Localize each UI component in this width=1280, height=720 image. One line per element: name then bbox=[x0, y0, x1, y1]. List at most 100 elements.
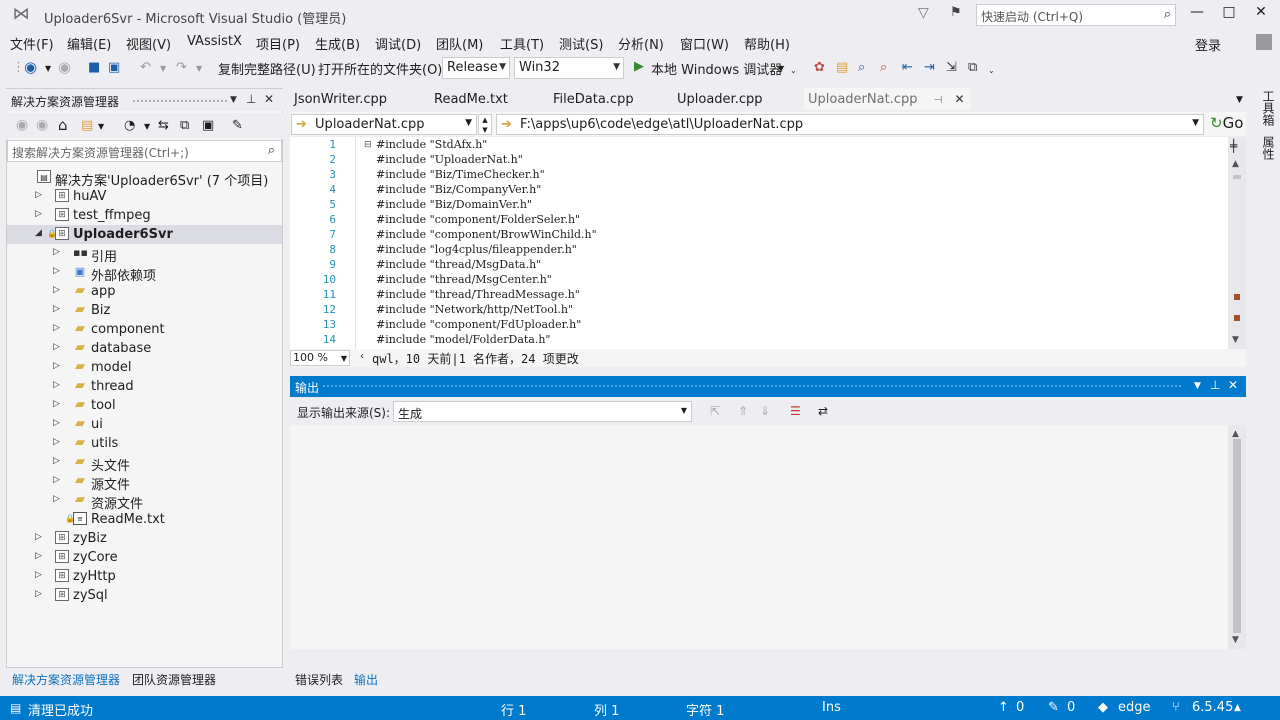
menu-tools[interactable]: 工具(T) bbox=[500, 34, 544, 53]
code-line[interactable]: #include "component/FdUploader.h" bbox=[376, 318, 581, 331]
tree-expand-icon[interactable]: ▷ bbox=[53, 456, 60, 466]
maximize-button[interactable]: □ bbox=[1216, 4, 1242, 24]
tree-item[interactable]: ▷ ▰ utils bbox=[7, 434, 282, 453]
menu-project[interactable]: 项目(P) bbox=[256, 34, 300, 53]
code-line[interactable]: #include "UploaderNat.h" bbox=[376, 153, 523, 166]
pending-dropdown-icon[interactable]: ▼ bbox=[144, 122, 150, 131]
menu-team[interactable]: 团队(M) bbox=[436, 34, 483, 53]
tree-expand-icon[interactable]: ▷ bbox=[53, 323, 60, 333]
unpushed-count[interactable]: 0 bbox=[1016, 700, 1024, 715]
switch-views-icon[interactable]: ▤ bbox=[81, 118, 93, 133]
tree-item[interactable]: ▷ ▰ model bbox=[7, 358, 282, 377]
tab-solution-explorer[interactable]: 解决方案资源管理器 bbox=[12, 671, 120, 688]
editor-vertical-scrollbar[interactable]: ╪ ▲ ▼ bbox=[1228, 137, 1246, 349]
tab-uploadernat[interactable]: UploaderNat.cpp ⊣ ✕ bbox=[804, 88, 971, 110]
filter-icon[interactable]: ▽ bbox=[918, 6, 929, 20]
vassist-forward-icon[interactable]: ⇥ bbox=[924, 60, 935, 75]
vassist-find-references-icon[interactable]: ⌕ bbox=[880, 60, 887, 75]
tree-expand-icon[interactable]: ▷ bbox=[53, 418, 60, 428]
close-panel-icon[interactable]: ✕ bbox=[1228, 378, 1238, 392]
search-icon[interactable]: ⌕ bbox=[268, 143, 275, 158]
toolbar-overflow-icon[interactable]: ⌄ bbox=[790, 66, 797, 75]
menu-help[interactable]: 帮助(H) bbox=[744, 34, 790, 53]
tab-filedata[interactable]: FileData.cpp bbox=[553, 92, 634, 107]
tree-item[interactable]: ▷ ▰ 源文件 bbox=[7, 472, 282, 493]
branch-menu-icon[interactable]: ▲ bbox=[1234, 703, 1241, 713]
tree-expand-icon[interactable]: ▷ bbox=[53, 247, 60, 257]
vassist-find-icon[interactable]: ⌕ bbox=[858, 60, 865, 75]
redo-icon[interactable]: ↷ bbox=[176, 60, 187, 75]
tree-item[interactable]: ▷ ▰ component bbox=[7, 320, 282, 339]
panel-grip[interactable] bbox=[322, 384, 1182, 388]
pencil-icon[interactable]: ✎ bbox=[1048, 700, 1059, 715]
previous-message-icon[interactable]: ⇑ bbox=[738, 404, 748, 418]
code-editor[interactable]: 1 2 3 4 5 6 7 8 9 10 11 12 13 14 ⊟ #include "StdAfx.h… bbox=[290, 137, 1246, 349]
scroll-thumb[interactable] bbox=[1233, 175, 1241, 179]
quick-launch-input[interactable]: 快速启动 (Ctrl+Q) ⌕ bbox=[976, 4, 1176, 26]
code-line[interactable]: #include "component/FolderSeler.h" bbox=[376, 213, 580, 226]
solution-platform-select[interactable]: Win32 ▼ bbox=[514, 57, 624, 79]
code-line[interactable]: #include "Biz/DomainVer.h" bbox=[376, 198, 532, 211]
code-line[interactable]: #include "model/FolderData.h" bbox=[376, 333, 551, 346]
menu-test[interactable]: 测试(S) bbox=[559, 34, 603, 53]
tab-readme[interactable]: ReadMe.txt bbox=[434, 92, 508, 107]
tree-item[interactable]: ▷ ⊞ zyCore bbox=[7, 548, 282, 567]
forward-icon[interactable]: ◉ bbox=[36, 117, 48, 133]
navigate-forward-icon[interactable]: ◉ bbox=[58, 58, 71, 76]
vassist-back-icon[interactable]: ⇤ bbox=[902, 60, 913, 75]
home-icon[interactable]: ⌂ bbox=[58, 116, 68, 134]
clear-all-icon[interactable]: ☰ bbox=[790, 404, 801, 418]
tree-item[interactable]: ▷ ▰ 头文件 bbox=[7, 453, 282, 474]
find-message-icon[interactable]: ⇱ bbox=[710, 404, 720, 418]
menu-debug[interactable]: 调试(D) bbox=[375, 34, 421, 53]
output-text-area[interactable]: ▲ ▼ bbox=[290, 425, 1246, 649]
repository-icon[interactable]: ◆ bbox=[1098, 700, 1108, 715]
codelens-arrow-icon[interactable]: ‹ bbox=[360, 351, 364, 362]
codelens-info[interactable]: qwl，10 天前|1 名作者，24 项更改 bbox=[372, 350, 579, 367]
collapse-all-icon[interactable]: ⧉ bbox=[180, 118, 189, 133]
pin-icon[interactable]: ⊥ bbox=[1210, 378, 1220, 392]
tree-expand-icon[interactable]: ▷ bbox=[35, 532, 42, 542]
solution-explorer-search-input[interactable]: 搜索解决方案资源管理器(Ctrl+;) ⌕ bbox=[7, 140, 282, 162]
solution-configuration-select[interactable]: Release ▼ bbox=[442, 57, 510, 79]
tree-expand-icon[interactable]: ▷ bbox=[53, 361, 60, 371]
save-all-icon[interactable]: ▣ bbox=[108, 60, 120, 75]
scroll-up-icon[interactable]: ▲ bbox=[1232, 429, 1239, 439]
tree-item[interactable]: ▷ ⊞ zyHttp bbox=[7, 567, 282, 586]
scroll-down-icon[interactable]: ▼ bbox=[1232, 635, 1239, 645]
toolbox-tab[interactable]: 工具箱 bbox=[1260, 90, 1277, 126]
notification-flag-icon[interactable]: ⚑ bbox=[950, 6, 962, 19]
tree-expand-icon[interactable]: ▷ bbox=[35, 551, 42, 561]
collapse-region-icon[interactable]: ⊟ bbox=[364, 140, 372, 150]
close-panel-icon[interactable]: ✕ bbox=[264, 92, 274, 106]
code-line[interactable]: #include "thread/MsgCenter.h" bbox=[376, 273, 552, 286]
tree-item[interactable]: ▷ ⊞ test_ffmpeg bbox=[7, 206, 282, 225]
menu-vassistx[interactable]: VAssistX bbox=[187, 34, 242, 49]
redo-dropdown-icon[interactable]: ▼ bbox=[196, 64, 202, 73]
account-icon[interactable] bbox=[1256, 34, 1272, 50]
sync-icon[interactable]: ⇆ bbox=[158, 118, 169, 133]
save-icon[interactable]: ■ bbox=[88, 60, 100, 75]
navigate-back-icon[interactable]: ◉ bbox=[24, 58, 37, 76]
tree-item[interactable]: ▷ ⊞ zyBiz bbox=[7, 529, 282, 548]
debugger-dropdown-icon[interactable]: ▼ bbox=[778, 64, 784, 73]
undo-dropdown-icon[interactable]: ▼ bbox=[160, 64, 166, 73]
views-dropdown-icon[interactable]: ▼ bbox=[98, 122, 104, 131]
pending-changes-icon[interactable]: ◔ bbox=[124, 118, 135, 133]
split-window-icon[interactable]: ╪ bbox=[1230, 139, 1237, 153]
minimize-button[interactable]: — bbox=[1184, 4, 1210, 24]
tree-item[interactable]: ▷ ▰ ui bbox=[7, 415, 282, 434]
copy-full-path-button[interactable]: 复制完整路径(U) bbox=[218, 59, 316, 78]
show-all-files-icon[interactable]: ▣ bbox=[202, 118, 214, 133]
back-icon[interactable]: ◉ bbox=[16, 117, 28, 133]
tab-list-dropdown-icon[interactable]: ▼ bbox=[1236, 95, 1243, 105]
repository-name[interactable]: edge bbox=[1118, 700, 1151, 715]
scroll-up-icon[interactable]: ▲ bbox=[1232, 159, 1239, 169]
menu-analyze[interactable]: 分析(N) bbox=[618, 34, 664, 53]
code-line[interactable]: #include "Network/http/NetTool.h" bbox=[376, 303, 573, 316]
tree-expand-icon[interactable]: ▷ bbox=[35, 190, 42, 200]
start-debugging-icon[interactable]: ▶ bbox=[634, 59, 644, 74]
next-message-icon[interactable]: ⇓ bbox=[760, 404, 770, 418]
tree-item[interactable]: ▤ 解决方案'Uploader6Svr' (7 个项目) bbox=[7, 168, 282, 189]
properties-wrench-icon[interactable]: ✎ bbox=[232, 118, 243, 133]
